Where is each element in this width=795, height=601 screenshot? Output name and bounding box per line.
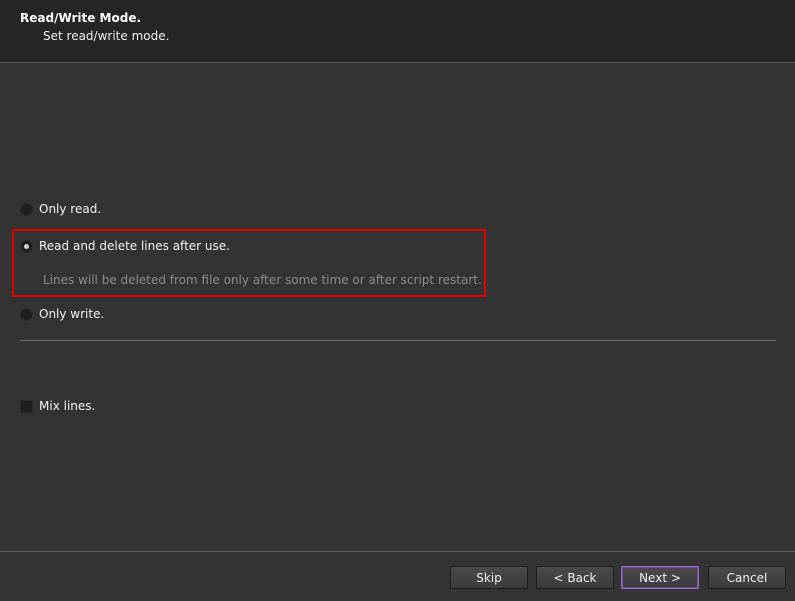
radio-label: Only write. <box>39 307 105 321</box>
separator <box>20 340 776 341</box>
checkbox-label: Mix lines. <box>39 399 96 413</box>
wizard-header: Read/Write Mode. Set read/write mode. <box>0 0 795 63</box>
back-button[interactable]: < Back <box>536 566 614 589</box>
radio-button-icon[interactable] <box>20 202 33 216</box>
cancel-button[interactable]: Cancel <box>708 566 786 589</box>
next-button[interactable]: Next > <box>621 566 699 589</box>
radio-label: Read and delete lines after use. <box>39 239 230 253</box>
wizard-dialog: Read/Write Mode. Set read/write mode. On… <box>0 0 795 601</box>
checkbox-icon[interactable] <box>20 399 33 413</box>
option-hint: Lines will be deleted from file only aft… <box>43 273 482 287</box>
radio-only-read[interactable]: Only read. <box>20 200 101 218</box>
page-subtitle: Set read/write mode. <box>43 29 170 43</box>
skip-button[interactable]: Skip <box>450 566 528 589</box>
radio-read-and-delete[interactable]: Read and delete lines after use. <box>20 237 230 255</box>
radio-button-icon[interactable] <box>20 307 33 321</box>
radio-button-checked-icon[interactable] <box>20 239 33 253</box>
mix-lines-checkbox-row[interactable]: Mix lines. <box>20 399 95 413</box>
radio-label: Only read. <box>39 202 102 216</box>
radio-only-write[interactable]: Only write. <box>20 305 104 323</box>
footer-divider <box>0 551 795 552</box>
page-title: Read/Write Mode. <box>20 11 142 25</box>
